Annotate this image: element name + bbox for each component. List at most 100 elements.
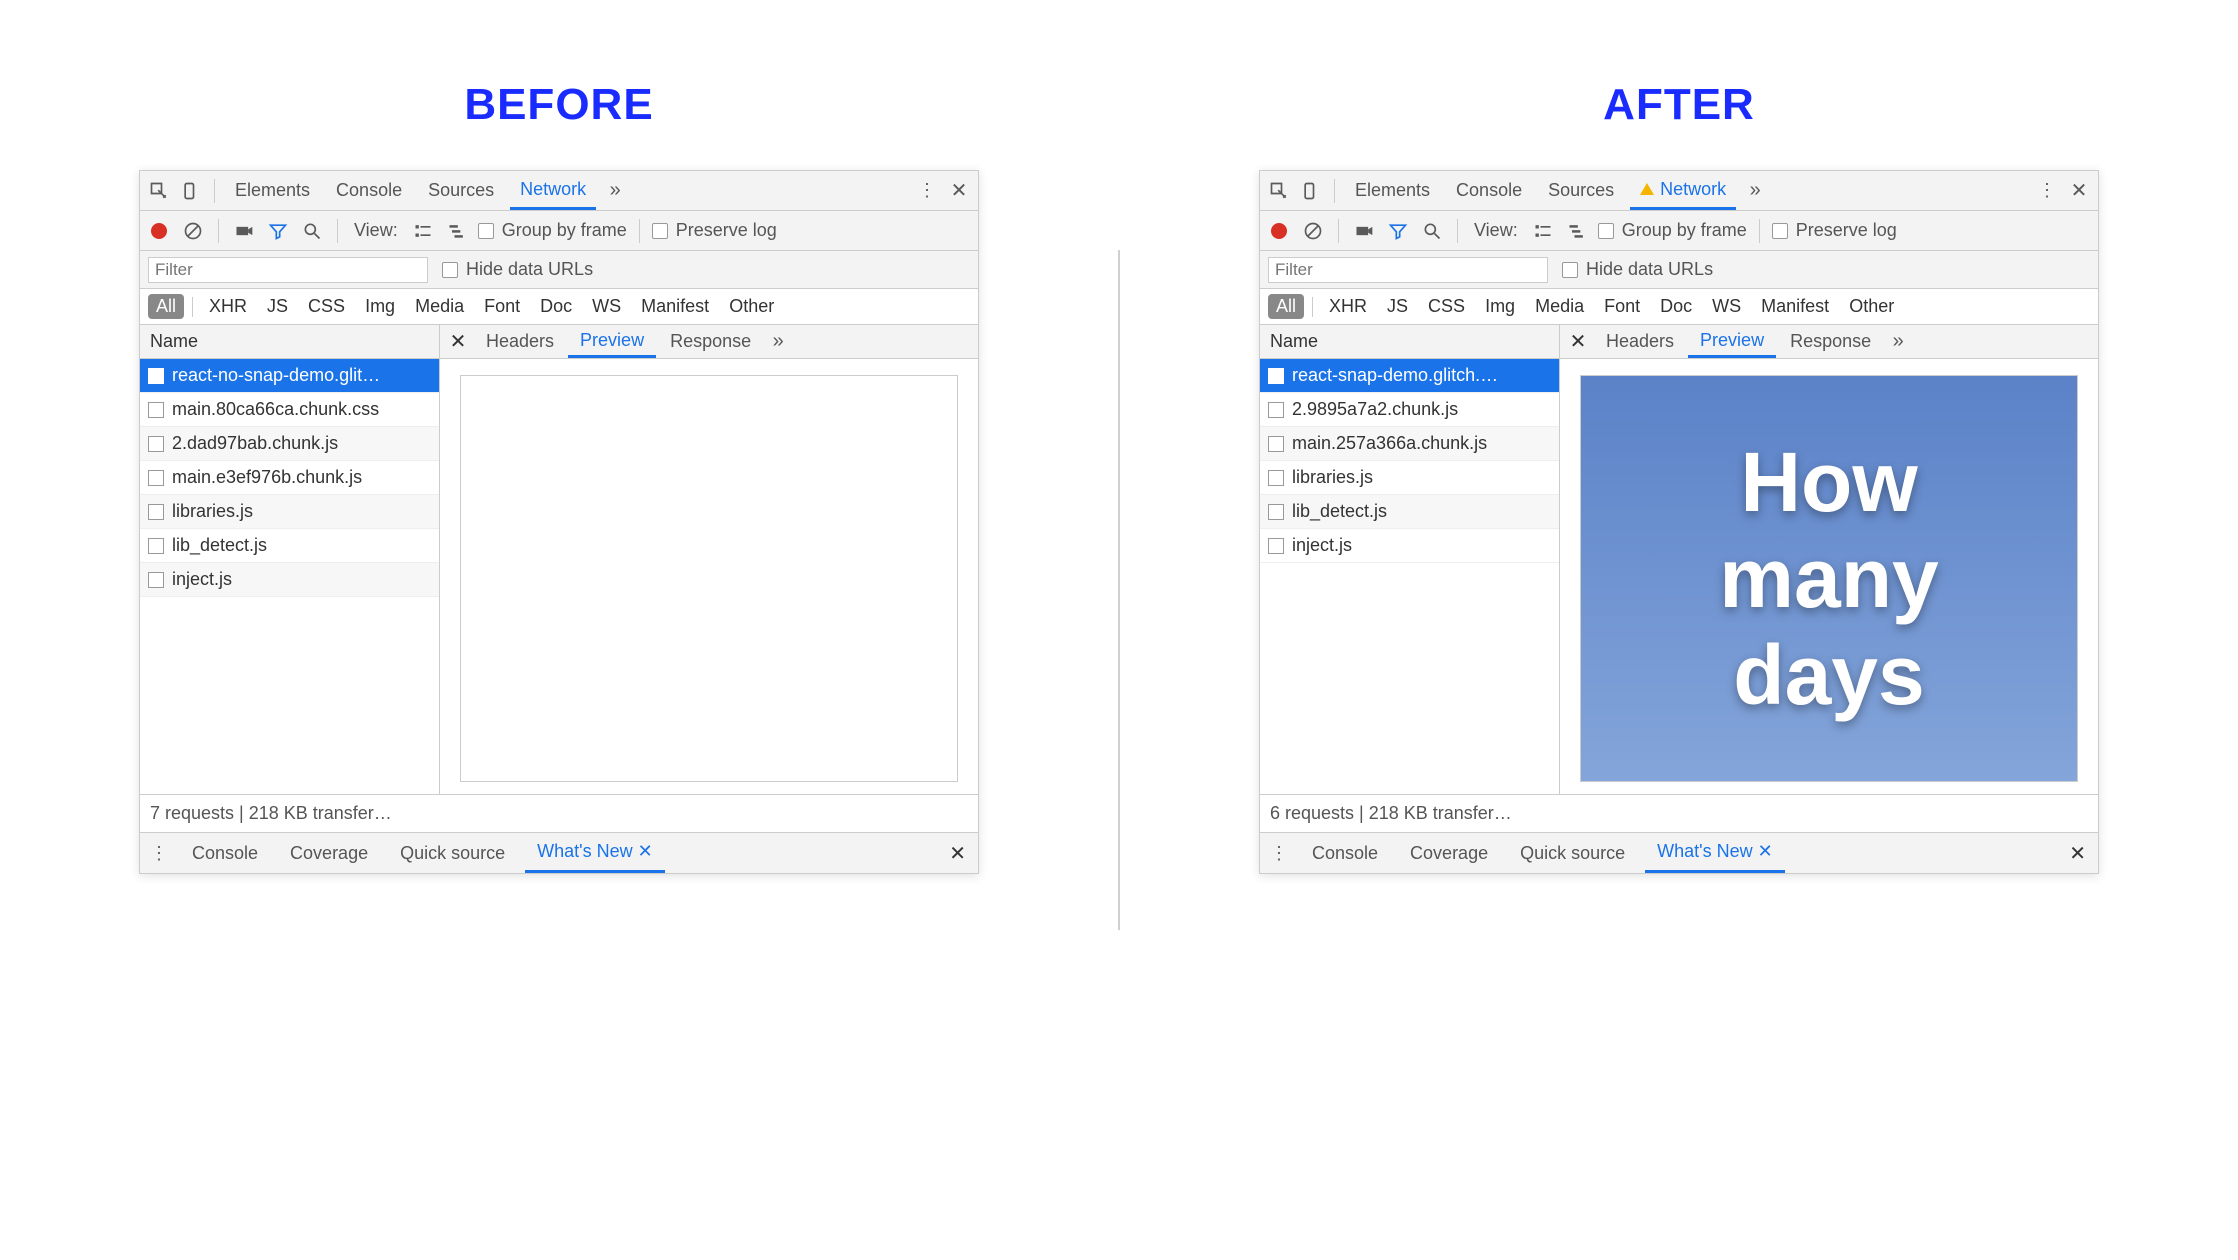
clear-icon[interactable] <box>1300 218 1326 244</box>
tab-network[interactable]: Network <box>510 171 596 210</box>
chip-css[interactable]: CSS <box>1420 294 1473 319</box>
search-icon[interactable] <box>299 218 325 244</box>
chip-all[interactable]: All <box>148 294 184 319</box>
chip-ws[interactable]: WS <box>584 294 629 319</box>
chip-doc[interactable]: Doc <box>1652 294 1700 319</box>
request-row[interactable]: libraries.js <box>140 495 439 529</box>
tab-console[interactable]: Console <box>326 171 412 210</box>
drawer-tab-whats-new[interactable]: What's New ✕ <box>1645 833 1785 873</box>
chip-manifest[interactable]: Manifest <box>1753 294 1837 319</box>
request-row[interactable]: inject.js <box>140 563 439 597</box>
drawer-tab-quick-source[interactable]: Quick source <box>1508 833 1637 873</box>
chip-media[interactable]: Media <box>407 294 472 319</box>
more-detail-tabs-icon[interactable]: » <box>765 329 791 355</box>
filter-icon[interactable] <box>1385 218 1411 244</box>
close-devtools-icon[interactable]: ✕ <box>2066 178 2092 204</box>
tab-response[interactable]: Response <box>658 325 763 358</box>
chip-all[interactable]: All <box>1268 294 1304 319</box>
chip-img[interactable]: Img <box>357 294 403 319</box>
tab-elements[interactable]: Elements <box>225 171 320 210</box>
drawer-tab-coverage[interactable]: Coverage <box>278 833 380 873</box>
close-drawer-icon[interactable]: ✕ <box>949 841 966 866</box>
tab-sources[interactable]: Sources <box>1538 171 1624 210</box>
clear-icon[interactable] <box>180 218 206 244</box>
close-details-icon[interactable]: ✕ <box>1564 329 1592 354</box>
filter-icon[interactable] <box>265 218 291 244</box>
request-row[interactable]: lib_detect.js <box>1260 495 1559 529</box>
chip-css[interactable]: CSS <box>300 294 353 319</box>
drawer-tab-quick-source[interactable]: Quick source <box>388 833 517 873</box>
name-column-header[interactable]: Name <box>1260 325 1559 359</box>
chip-ws[interactable]: WS <box>1704 294 1749 319</box>
request-row[interactable]: inject.js <box>1260 529 1559 563</box>
more-tabs-icon[interactable]: » <box>602 178 628 204</box>
request-row[interactable]: main.257a366a.chunk.js <box>1260 427 1559 461</box>
request-row[interactable]: libraries.js <box>1260 461 1559 495</box>
hide-data-urls-checkbox[interactable]: Hide data URLs <box>1562 259 1713 280</box>
chip-doc[interactable]: Doc <box>532 294 580 319</box>
waterfall-icon[interactable] <box>1564 218 1590 244</box>
record-icon[interactable] <box>1266 218 1292 244</box>
tab-elements[interactable]: Elements <box>1345 171 1440 210</box>
request-row[interactable]: lib_detect.js <box>140 529 439 563</box>
chip-xhr[interactable]: XHR <box>201 294 255 319</box>
tab-headers[interactable]: Headers <box>474 325 566 358</box>
preserve-log-checkbox[interactable]: Preserve log <box>652 220 777 241</box>
request-row[interactable]: main.e3ef976b.chunk.js <box>140 461 439 495</box>
group-by-frame-checkbox[interactable]: Group by frame <box>478 220 627 241</box>
drawer-tab-console[interactable]: Console <box>1300 833 1390 873</box>
device-toolbar-icon[interactable] <box>178 178 204 204</box>
drawer-kebab-icon[interactable]: ⋮ <box>1266 840 1292 866</box>
chip-manifest[interactable]: Manifest <box>633 294 717 319</box>
record-icon[interactable] <box>146 218 172 244</box>
inspect-icon[interactable] <box>146 178 172 204</box>
search-icon[interactable] <box>1419 218 1445 244</box>
tab-response[interactable]: Response <box>1778 325 1883 358</box>
chip-js[interactable]: JS <box>1379 294 1416 319</box>
preserve-log-checkbox[interactable]: Preserve log <box>1772 220 1897 241</box>
drawer-tab-coverage[interactable]: Coverage <box>1398 833 1500 873</box>
request-row[interactable]: react-no-snap-demo.glit… <box>140 359 439 393</box>
group-by-frame-checkbox[interactable]: Group by frame <box>1598 220 1747 241</box>
chip-font[interactable]: Font <box>1596 294 1648 319</box>
request-row[interactable]: 2.9895a7a2.chunk.js <box>1260 393 1559 427</box>
device-toolbar-icon[interactable] <box>1298 178 1324 204</box>
close-tab-icon[interactable]: ✕ <box>1758 841 1773 862</box>
request-row[interactable]: react-snap-demo.glitch.… <box>1260 359 1559 393</box>
close-devtools-icon[interactable]: ✕ <box>946 178 972 204</box>
inspect-icon[interactable] <box>1266 178 1292 204</box>
hide-data-urls-checkbox[interactable]: Hide data URLs <box>442 259 593 280</box>
more-detail-tabs-icon[interactable]: » <box>1885 329 1911 355</box>
request-row[interactable]: main.80ca66ca.chunk.css <box>140 393 439 427</box>
chip-js[interactable]: JS <box>259 294 296 319</box>
tab-sources[interactable]: Sources <box>418 171 504 210</box>
filter-input[interactable] <box>1268 257 1548 283</box>
drawer-tab-whats-new[interactable]: What's New ✕ <box>525 833 665 873</box>
camera-icon[interactable] <box>231 218 257 244</box>
close-tab-icon[interactable]: ✕ <box>638 841 653 862</box>
tab-network[interactable]: Network <box>1630 171 1736 210</box>
settings-kebab-icon[interactable]: ⋮ <box>2034 178 2060 204</box>
tab-console[interactable]: Console <box>1446 171 1532 210</box>
request-row[interactable]: 2.dad97bab.chunk.js <box>140 427 439 461</box>
waterfall-icon[interactable] <box>444 218 470 244</box>
drawer-kebab-icon[interactable]: ⋮ <box>146 840 172 866</box>
filter-input[interactable] <box>148 257 428 283</box>
tab-preview[interactable]: Preview <box>568 325 656 358</box>
name-column-header[interactable]: Name <box>140 325 439 359</box>
drawer-tab-console[interactable]: Console <box>180 833 270 873</box>
chip-font[interactable]: Font <box>476 294 528 319</box>
close-details-icon[interactable]: ✕ <box>444 329 472 354</box>
chip-other[interactable]: Other <box>1841 294 1902 319</box>
settings-kebab-icon[interactable]: ⋮ <box>914 178 940 204</box>
chip-img[interactable]: Img <box>1477 294 1523 319</box>
tab-preview[interactable]: Preview <box>1688 325 1776 358</box>
camera-icon[interactable] <box>1351 218 1377 244</box>
more-tabs-icon[interactable]: » <box>1742 178 1768 204</box>
close-drawer-icon[interactable]: ✕ <box>2069 841 2086 866</box>
chip-xhr[interactable]: XHR <box>1321 294 1375 319</box>
large-rows-icon[interactable] <box>410 218 436 244</box>
chip-other[interactable]: Other <box>721 294 782 319</box>
large-rows-icon[interactable] <box>1530 218 1556 244</box>
tab-headers[interactable]: Headers <box>1594 325 1686 358</box>
